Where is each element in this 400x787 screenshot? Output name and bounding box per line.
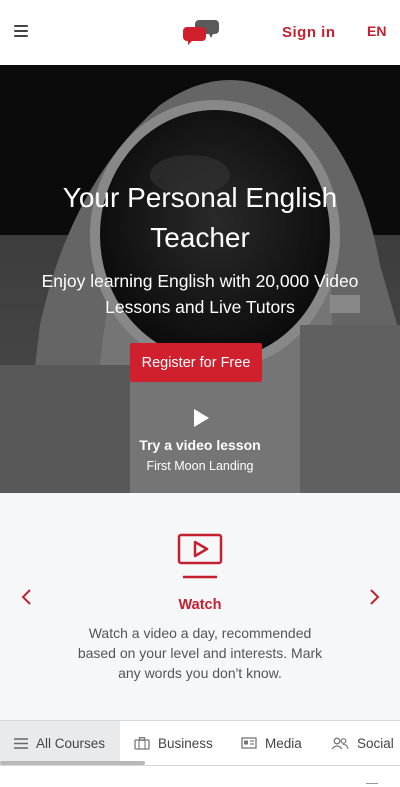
feature-description: Watch a video a day, recommended based o… — [77, 625, 323, 681]
chevron-right-icon[interactable] — [367, 588, 381, 606]
hamburger-menu-icon[interactable] — [14, 25, 28, 37]
tab-label: Media — [265, 735, 302, 751]
video-screen-icon — [177, 533, 223, 579]
tab-social[interactable]: Social — [331, 721, 394, 765]
tab-label: Social — [357, 735, 394, 751]
hero-banner: Your Personal English Teacher Enjoy lear… — [0, 65, 400, 493]
partial-icon — [366, 783, 378, 787]
sign-in-link[interactable]: Sign in — [282, 24, 336, 41]
people-icon — [331, 737, 349, 749]
language-selector[interactable]: EN — [367, 23, 386, 39]
list-icon — [14, 737, 28, 749]
hero-title: Your Personal English Teacher — [62, 182, 338, 253]
content-area-top — [0, 766, 400, 787]
tab-all-courses[interactable]: All Courses — [0, 721, 120, 765]
register-button[interactable]: Register for Free — [130, 343, 262, 382]
newspaper-icon — [241, 737, 257, 749]
tab-scrollbar[interactable] — [0, 761, 145, 765]
briefcase-icon — [134, 736, 150, 750]
tab-media[interactable]: Media — [241, 721, 302, 765]
feature-title: Watch — [178, 597, 222, 613]
tab-label: All Courses — [36, 735, 106, 751]
category-tab-bar: All Courses Business Media Social — [0, 720, 400, 766]
try-video-lesson-link[interactable]: Try a video lesson — [20, 437, 380, 453]
tab-label: Business — [158, 735, 213, 751]
tab-business[interactable]: Business — [134, 721, 213, 765]
video-lesson-name: First Moon Landing — [146, 459, 254, 473]
hero-subtitle: Enjoy learning English with 20,000 Video… — [41, 271, 359, 317]
top-header: Sign in EN — [0, 0, 400, 65]
feature-carousel: Watch Watch a video a day, recommended b… — [0, 493, 400, 720]
speech-bubbles-logo-icon[interactable] — [182, 17, 220, 47]
play-icon[interactable] — [191, 408, 211, 428]
